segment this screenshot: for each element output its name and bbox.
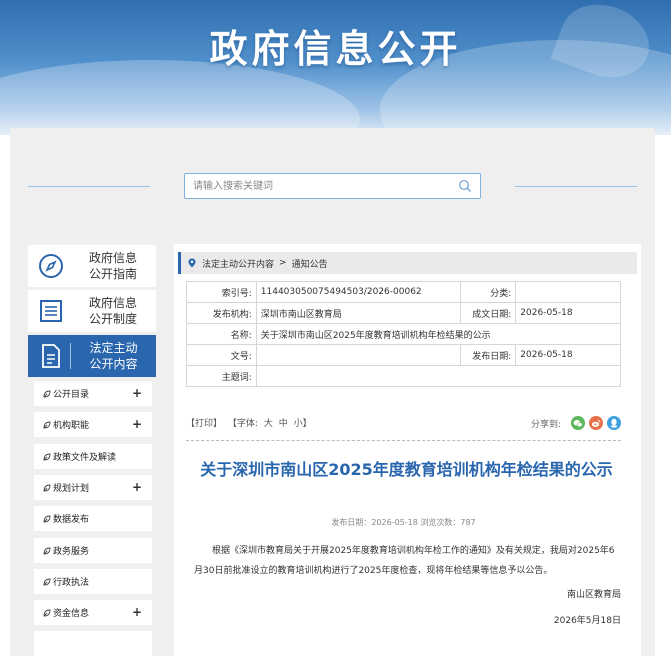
print-link[interactable]: 【打印】 [186, 419, 222, 429]
menu-item-partial [34, 631, 152, 656]
menu-item-data[interactable]: 数据发布 [34, 506, 152, 531]
search-divider-left [28, 186, 150, 187]
meta-value: 深圳市南山区教育局 [255, 302, 462, 324]
share-label: 分享到: [530, 419, 561, 430]
menu-item-catalog[interactable]: 公开目录 + [34, 381, 152, 406]
meta-value [255, 344, 462, 366]
search-divider-right [515, 186, 637, 187]
qq-icon[interactable] [607, 416, 621, 430]
menu-item-services[interactable]: 政务服务 [34, 538, 152, 563]
article-date: 2026年5月18日 [553, 616, 621, 626]
leaf-icon [43, 515, 51, 522]
location-pin-icon [188, 258, 196, 268]
breadcrumb-root[interactable]: 法定主动公开内容 [202, 257, 274, 270]
search-input[interactable] [193, 178, 448, 194]
table-row: 发布机构: 深圳市南山区教育局 成文日期: 2026-05-18 [186, 302, 621, 324]
article-toolbar: 【打印】 【字体: 大 中 小】 分享到: [186, 416, 621, 432]
divider [186, 440, 621, 441]
compass-icon [32, 247, 70, 285]
font-small-link[interactable]: 小】 [294, 419, 312, 429]
meta-value [255, 365, 622, 387]
meta-label: 索引号: [186, 281, 257, 303]
expand-icon[interactable]: + [132, 480, 142, 494]
menu-item-funds[interactable]: 资金信息 + [34, 600, 152, 625]
search-box [184, 173, 481, 199]
weibo-icon[interactable] [589, 416, 603, 430]
menu-item-planning[interactable]: 规划计划 + [34, 475, 152, 500]
meta-label: 发布日期: [460, 344, 517, 366]
meta-value: 2026-05-18 [515, 344, 621, 366]
meta-value: 2026-05-18 [515, 302, 621, 324]
table-row: 文号: 发布日期: 2026-05-18 [186, 344, 621, 366]
meta-label: 文号: [186, 344, 257, 366]
breadcrumb-separator: > [279, 258, 287, 268]
table-row: 索引号: 114403050075494503/2026-00062 分类: [186, 281, 621, 303]
meta-label: 名称: [186, 323, 257, 345]
meta-label: 分类: [460, 281, 517, 303]
article-body: 根据《深圳市教育局关于开展2025年度教育培训机构年检工作的通知》及有关规定，我… [194, 546, 615, 576]
meta-label: 成文日期: [460, 302, 517, 324]
sidebar-tile-guide-label: 政府信息 公开指南 [88, 251, 137, 281]
breadcrumb-current[interactable]: 通知公告 [292, 257, 328, 270]
meta-value [515, 281, 621, 303]
table-row: 名称: 关于深圳市南山区2025年度教育培训机构年检结果的公示 [186, 323, 622, 345]
article-title: 关于深圳市南山区2025年度教育培训机构年检结果的公示 [200, 460, 613, 479]
header-banner: 政府信息公开 [0, 0, 671, 135]
expand-icon[interactable]: + [132, 386, 142, 400]
content-panel: 政府信息公开指南 政府信息公开制度 法定主动公开内容 [10, 128, 655, 656]
menu-item-enforcement[interactable]: 行政执法 [34, 569, 152, 594]
leaf-icon [43, 390, 51, 397]
sidebar-tile-system[interactable]: 政府信息 公开制度 [28, 290, 156, 332]
leaf-icon [43, 609, 51, 616]
article-panel: 法定主动公开内容 > 通知公告 索引号: 114403050075494503/… [174, 244, 641, 656]
share-bar: 分享到: [531, 416, 621, 430]
list-document-icon [32, 292, 70, 330]
leaf-icon [43, 421, 51, 428]
article-info: 发布日期：2026-05-18 浏览次数：787 [331, 518, 476, 527]
table-row: 主题词: [186, 365, 622, 387]
font-medium-link[interactable]: 中 [279, 419, 288, 429]
document-icon [32, 337, 70, 375]
article-signature: 南山区教育局 [566, 590, 621, 600]
metadata-table: 索引号: 114403050075494503/2026-00062 分类: 发… [186, 281, 622, 387]
expand-icon[interactable]: + [132, 605, 142, 619]
leaf-icon [43, 578, 51, 585]
menu-item-policy[interactable]: 政策文件及解读 [34, 444, 152, 469]
banner-title: 政府信息公开 [209, 27, 462, 71]
sidebar-tile-content[interactable]: 法定主动 公开内容 [28, 335, 156, 377]
font-size-label: 【字体: [227, 419, 258, 429]
search-icon[interactable] [458, 179, 472, 193]
sidebar-tile-system-label: 政府信息 公开制度 [88, 296, 137, 326]
breadcrumb: 法定主动公开内容 > 通知公告 [178, 252, 637, 274]
font-large-link[interactable]: 大 [264, 419, 273, 429]
meta-label: 发布机构: [186, 302, 257, 324]
meta-value: 114403050075494503/2026-00062 [255, 281, 462, 303]
expand-icon[interactable]: + [132, 417, 142, 431]
sidebar-tile-content-label: 法定主动 公开内容 [89, 341, 138, 371]
leaf-icon [43, 484, 51, 491]
sidebar-tile-guide[interactable]: 政府信息 公开指南 [28, 245, 156, 287]
leaf-icon [43, 453, 51, 460]
menu-item-functions[interactable]: 机构职能 + [34, 412, 152, 437]
leaf-icon [43, 547, 51, 554]
meta-value: 关于深圳市南山区2025年度教育培训机构年检结果的公示 [255, 323, 622, 345]
wechat-icon[interactable] [571, 416, 585, 430]
meta-label: 主题词: [186, 365, 257, 387]
